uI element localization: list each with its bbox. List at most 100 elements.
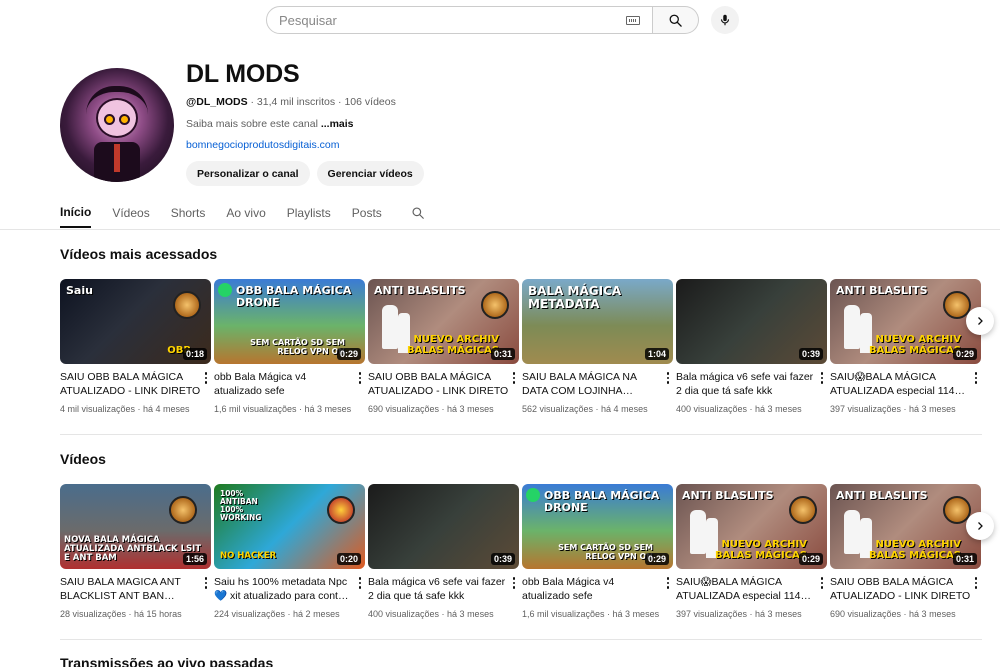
thumbnail-badge-graphic: [327, 496, 355, 524]
customize-channel-button[interactable]: Personalizar o canal: [186, 161, 310, 186]
video-card[interactable]: ANTI BLASLITS NUEVO ARCHIV BALAS MÁGICAS…: [368, 279, 519, 414]
video-card[interactable]: ANTI BLASLITS NUEVO ARCHIV BALAS MÁGICAS…: [830, 484, 981, 619]
channel-avatar[interactable]: [60, 68, 174, 182]
more-vert-icon[interactable]: [817, 575, 827, 619]
video-meta-separator: ·: [439, 609, 448, 619]
video-title[interactable]: Bala mágica v6 sefe vai fazer 2 dia que …: [368, 575, 509, 603]
video-age: há 15 horas: [134, 609, 182, 619]
video-title[interactable]: SAIU BALA MAGICA ANT BLACKLIST ANT BAN…: [60, 575, 201, 603]
more-vert-icon[interactable]: [355, 370, 365, 414]
thumbnail-caption-2: NUEVO ARCHIV BALAS MÁGICAS: [406, 334, 499, 356]
voice-search-button[interactable]: [711, 6, 739, 34]
channel-description[interactable]: Saiba mais sobre este canal ...mais: [186, 118, 354, 130]
video-views: 28 visualizações: [60, 609, 127, 619]
more-vert-icon[interactable]: [201, 575, 211, 619]
video-age: há 3 meses: [909, 404, 956, 414]
tab-shorts[interactable]: Shorts: [171, 198, 206, 228]
popular-next-button[interactable]: [966, 307, 994, 335]
more-vert-icon[interactable]: [971, 370, 981, 414]
video-thumbnail[interactable]: Saiu OBB 0:18: [60, 279, 211, 364]
video-views: 690 visualizações: [368, 404, 440, 414]
manage-videos-button[interactable]: Gerenciar vídeos: [316, 161, 424, 186]
channel-external-link[interactable]: bomnegocioprodutosdigitais.com: [186, 139, 340, 151]
video-thumbnail[interactable]: OBB BALA MÁGICA DRONE SEM CARTÃO SD SEM …: [214, 279, 365, 364]
tab-posts[interactable]: Posts: [352, 198, 382, 228]
more-vert-icon[interactable]: [509, 370, 519, 414]
video-views: 562 visualizações: [522, 404, 594, 414]
video-card[interactable]: Saiu OBB 0:18 SAIU OBB BALA MÁGICA ATUAL…: [60, 279, 211, 414]
video-thumbnail[interactable]: OBB BALA MÁGICA DRONE SEM CARTÃO SD SEM …: [522, 484, 673, 569]
channel-search-button[interactable]: [411, 206, 425, 220]
more-vert-icon[interactable]: [663, 575, 673, 619]
video-title[interactable]: Bala mágica v6 sefe vai fazer 2 dia que …: [676, 370, 817, 398]
videos-row: NOVA BALA MÁGICA ATUALIZADA ANTBLACK LSI…: [60, 484, 981, 619]
more-vert-icon[interactable]: [663, 370, 673, 414]
more-vert-icon[interactable]: [201, 370, 211, 414]
tab-videos[interactable]: Vídeos: [112, 198, 149, 228]
tab-home[interactable]: Início: [60, 198, 92, 228]
video-title[interactable]: Saiu hs 100% metadata Npc 💙 xit atualiza…: [214, 575, 355, 603]
video-card[interactable]: 0:39 Bala mágica v6 sefe vai fazer 2 dia…: [676, 279, 827, 414]
video-title[interactable]: SAIU BALA MÁGICA NA DATA COM LOJINHA…: [522, 370, 663, 398]
avatar-eye-left: [104, 114, 115, 125]
video-info: SAIU OBB BALA MÁGICA ATUALIZADO - LINK D…: [60, 370, 211, 414]
video-thumbnail[interactable]: 0:39: [368, 484, 519, 569]
video-texts: Saiu hs 100% metadata Npc 💙 xit atualiza…: [214, 575, 355, 619]
video-card[interactable]: OBB BALA MÁGICA DRONE SEM CARTÃO SD SEM …: [214, 279, 365, 414]
video-thumbnail[interactable]: ANTI BLASLITS NUEVO ARCHIV BALAS MÁGICAS…: [676, 484, 827, 569]
more-vert-icon[interactable]: [971, 575, 981, 619]
video-meta-separator: ·: [439, 404, 448, 414]
video-age: há 3 meses: [755, 404, 802, 414]
more-link[interactable]: ...mais: [321, 118, 354, 130]
more-vert-icon[interactable]: [817, 370, 827, 414]
video-duration: 0:18: [182, 348, 207, 360]
video-title[interactable]: SAIU OBB BALA MÁGICA ATUALIZADO - LINK D…: [60, 370, 201, 398]
video-title[interactable]: SAIU OBB BALA MÁGICA ATUALIZADO - LINK D…: [830, 575, 971, 603]
video-card[interactable]: 100% ANTIBAN 100% WORKING NO HACKER 0:20…: [214, 484, 365, 619]
video-thumbnail[interactable]: 100% ANTIBAN 100% WORKING NO HACKER 0:20: [214, 484, 365, 569]
tab-live[interactable]: Ao vivo: [226, 198, 265, 228]
section-title-videos: Vídeos: [60, 451, 106, 467]
thumbnail-caption: BALA MÁGICA METADATA: [528, 284, 622, 311]
video-title[interactable]: SAIU OBB BALA MÁGICA ATUALIZADO - LINK D…: [368, 370, 509, 398]
video-meta-separator: ·: [135, 404, 144, 414]
video-info: obb Bala Mágica v4 atualizado sefe 1,6 m…: [522, 575, 673, 619]
search-bar: [266, 6, 739, 34]
thumbnail-caption-2: NO HACKER: [220, 551, 277, 562]
more-vert-icon[interactable]: [355, 575, 365, 619]
videos-next-button[interactable]: [966, 512, 994, 540]
video-thumbnail[interactable]: BALA MÁGICA METADATA 1:04: [522, 279, 673, 364]
video-views: 1,6 mil visualizações: [214, 404, 297, 414]
search-box[interactable]: [266, 6, 653, 34]
video-thumbnail[interactable]: 0:39: [676, 279, 827, 364]
channel-name: DL MODS: [186, 60, 300, 88]
video-card[interactable]: ANTI BLASLITS NUEVO ARCHIV BALAS MÁGICAS…: [830, 279, 981, 414]
tab-playlists[interactable]: Playlists: [287, 198, 331, 228]
avatar-face: [96, 98, 138, 138]
whatsapp-icon: [218, 283, 232, 297]
channel-description-text: Saiba mais sobre este canal: [186, 118, 321, 130]
video-thumbnail[interactable]: ANTI BLASLITS NUEVO ARCHIV BALAS MÁGICAS…: [830, 484, 981, 569]
video-age: há 3 meses: [909, 609, 956, 619]
video-title[interactable]: SAIU😱BALA MÁGICA ATUALIZADA especial 114…: [676, 575, 817, 603]
video-title[interactable]: SAIU😱BALA MÁGICA ATUALIZADA especial 114…: [830, 370, 971, 398]
video-thumbnail[interactable]: ANTI BLASLITS NUEVO ARCHIV BALAS MÁGICAS…: [368, 279, 519, 364]
channel-meta: @DL_MODS · 31,4 mil inscritos · 106 víde…: [186, 96, 396, 108]
video-card[interactable]: OBB BALA MÁGICA DRONE SEM CARTÃO SD SEM …: [522, 484, 673, 619]
section-title-popular: Vídeos mais acessados: [60, 246, 218, 262]
video-thumbnail[interactable]: ANTI BLASLITS NUEVO ARCHIV BALAS MÁGICAS…: [830, 279, 981, 364]
video-title[interactable]: obb Bala Mágica v4 atualizado sefe: [214, 370, 355, 398]
video-thumbnail[interactable]: NOVA BALA MÁGICA ATUALIZADA ANTBLACK LSI…: [60, 484, 211, 569]
search-button[interactable]: [653, 6, 699, 34]
video-card[interactable]: ANTI BLASLITS NUEVO ARCHIV BALAS MÁGICAS…: [676, 484, 827, 619]
video-title[interactable]: obb Bala Mágica v4 atualizado sefe: [522, 575, 663, 603]
video-card[interactable]: BALA MÁGICA METADATA 1:04 SAIU BALA MÁGI…: [522, 279, 673, 414]
video-card[interactable]: 0:39 Bala mágica v6 sefe vai fazer 2 dia…: [368, 484, 519, 619]
keyboard-icon[interactable]: [626, 15, 640, 25]
video-views: 400 visualizações: [676, 404, 748, 414]
search-input[interactable]: [279, 12, 620, 28]
more-vert-icon[interactable]: [509, 575, 519, 619]
thumbnail-caption-2: NUEVO ARCHIV BALAS MÁGICAS: [714, 539, 807, 561]
thumbnail-coin-graphic: [169, 496, 197, 524]
video-card[interactable]: NOVA BALA MÁGICA ATUALIZADA ANTBLACK LSI…: [60, 484, 211, 619]
